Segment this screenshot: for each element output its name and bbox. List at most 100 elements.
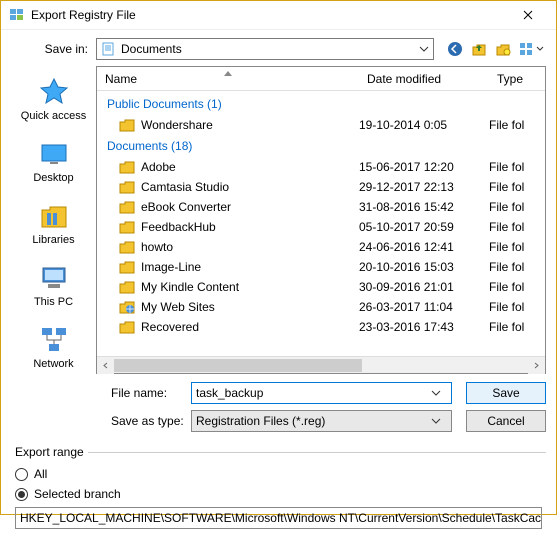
place-quick-access[interactable]: Quick access: [11, 72, 96, 126]
folder-icon: [119, 219, 135, 235]
file-date: 05-10-2017 20:59: [359, 220, 489, 234]
file-row[interactable]: Wondershare19-10-2014 0:05File fol: [97, 115, 545, 135]
close-button[interactable]: [508, 1, 548, 29]
file-row[interactable]: Adobe15-06-2017 12:20File fol: [97, 157, 545, 177]
saveastype-value: Registration Files (*.reg): [196, 414, 431, 428]
file-name: My Kindle Content: [141, 280, 359, 294]
folder-icon: [119, 179, 135, 195]
folder-icon: [119, 117, 135, 133]
scroll-left-icon[interactable]: [97, 357, 114, 374]
scroll-thumb[interactable]: [114, 359, 362, 372]
file-date: 20-10-2016 15:03: [359, 260, 489, 274]
file-type: File fol: [489, 320, 545, 334]
file-name: My Web Sites: [141, 300, 359, 314]
new-folder-button[interactable]: [492, 38, 514, 60]
titlebar: Export Registry File: [1, 1, 556, 30]
file-row[interactable]: eBook Converter31-08-2016 15:42File fol: [97, 197, 545, 217]
up-button[interactable]: [468, 38, 490, 60]
radio-selected[interactable]: [15, 488, 28, 501]
group-header[interactable]: Public Documents (1): [97, 93, 545, 115]
radio-all-label: All: [34, 467, 47, 481]
app-icon: [9, 7, 25, 23]
file-name: eBook Converter: [141, 200, 359, 214]
file-row[interactable]: My Web Sites26-03-2017 11:04File fol: [97, 297, 545, 317]
chevron-down-icon: [431, 390, 447, 396]
file-type: File fol: [489, 280, 545, 294]
folder-icon: [119, 279, 135, 295]
folder-icon: [119, 319, 135, 335]
col-date[interactable]: Date modified: [359, 72, 489, 86]
radio-selected-row[interactable]: Selected branch: [15, 487, 542, 501]
save-in-dropdown[interactable]: Documents: [96, 38, 434, 60]
place-label: This PC: [34, 296, 73, 308]
folder-icon: [119, 299, 135, 315]
column-headers: Name Date modified Type: [97, 67, 545, 91]
col-name[interactable]: Name: [97, 72, 359, 86]
file-row[interactable]: FeedbackHub05-10-2017 20:59File fol: [97, 217, 545, 237]
folder-icon: [119, 259, 135, 275]
nav-toolbar: [444, 38, 546, 60]
file-row[interactable]: My Kindle Content30-09-2016 21:01File fo…: [97, 277, 545, 297]
place-label: Libraries: [32, 234, 74, 246]
this-pc-icon: [38, 262, 70, 294]
file-date: 30-09-2016 21:01: [359, 280, 489, 294]
folder-icon: [119, 199, 135, 215]
file-type: File fol: [489, 220, 545, 234]
radio-selected-label: Selected branch: [34, 487, 121, 501]
file-row[interactable]: Camtasia Studio29-12-2017 22:13File fol: [97, 177, 545, 197]
file-date: 24-06-2016 12:41: [359, 240, 489, 254]
col-type[interactable]: Type: [489, 72, 545, 86]
network-icon: [38, 324, 70, 356]
export-range-legend: Export range: [11, 445, 88, 459]
view-button[interactable]: [516, 38, 546, 60]
filename-input[interactable]: task_backup: [191, 382, 452, 404]
file-date: 23-03-2016 17:43: [359, 320, 489, 334]
libraries-icon: [38, 200, 70, 232]
file-type: File fol: [489, 200, 545, 214]
radio-all-row[interactable]: All: [15, 467, 542, 481]
file-date: 19-10-2014 0:05: [359, 118, 489, 132]
file-row[interactable]: Image-Line20-10-2016 15:03File fol: [97, 257, 545, 277]
file-row[interactable]: howto24-06-2016 12:41File fol: [97, 237, 545, 257]
cancel-button[interactable]: Cancel: [466, 410, 546, 432]
scroll-right-icon[interactable]: [528, 357, 545, 374]
file-row[interactable]: Recovered23-03-2016 17:43File fol: [97, 317, 545, 337]
file-date: 15-06-2017 12:20: [359, 160, 489, 174]
file-name: Image-Line: [141, 260, 359, 274]
folder-icon: [119, 159, 135, 175]
back-button[interactable]: [444, 38, 466, 60]
window-title: Export Registry File: [31, 8, 508, 22]
place-libraries[interactable]: Libraries: [11, 196, 96, 250]
file-date: 31-08-2016 15:42: [359, 200, 489, 214]
places-bar: Quick access Desktop Libraries This PC N…: [11, 66, 96, 374]
place-desktop[interactable]: Desktop: [11, 134, 96, 188]
save-in-value: Documents: [121, 42, 182, 56]
file-type: File fol: [489, 118, 545, 132]
scrollbar-horizontal[interactable]: [97, 356, 545, 373]
folder-icon: [119, 239, 135, 255]
place-label: Desktop: [33, 172, 73, 184]
file-type: File fol: [489, 180, 545, 194]
documents-icon: [101, 41, 117, 57]
export-range-group: Export range All Selected branch HKEY_LO…: [11, 452, 546, 535]
radio-all[interactable]: [15, 468, 28, 481]
saveastype-select[interactable]: Registration Files (*.reg): [191, 410, 452, 432]
place-network[interactable]: Network: [11, 320, 96, 374]
file-type: File fol: [489, 240, 545, 254]
branch-path-input[interactable]: HKEY_LOCAL_MACHINE\SOFTWARE\Microsoft\Wi…: [15, 507, 542, 529]
file-name: Camtasia Studio: [141, 180, 359, 194]
file-date: 26-03-2017 11:04: [359, 300, 489, 314]
chevron-down-icon: [431, 418, 447, 424]
save-button[interactable]: Save: [466, 382, 546, 404]
file-name: howto: [141, 240, 359, 254]
desktop-icon: [38, 138, 70, 170]
file-name: Wondershare: [141, 118, 359, 132]
place-label: Network: [33, 358, 73, 370]
place-this-pc[interactable]: This PC: [11, 258, 96, 312]
scroll-track[interactable]: [114, 357, 528, 374]
file-list[interactable]: Public Documents (1)Wondershare19-10-201…: [97, 91, 545, 356]
saveastype-label: Save as type:: [11, 414, 191, 428]
group-header[interactable]: Documents (18): [97, 135, 545, 157]
chevron-down-icon: [419, 46, 429, 52]
file-name: Adobe: [141, 160, 359, 174]
